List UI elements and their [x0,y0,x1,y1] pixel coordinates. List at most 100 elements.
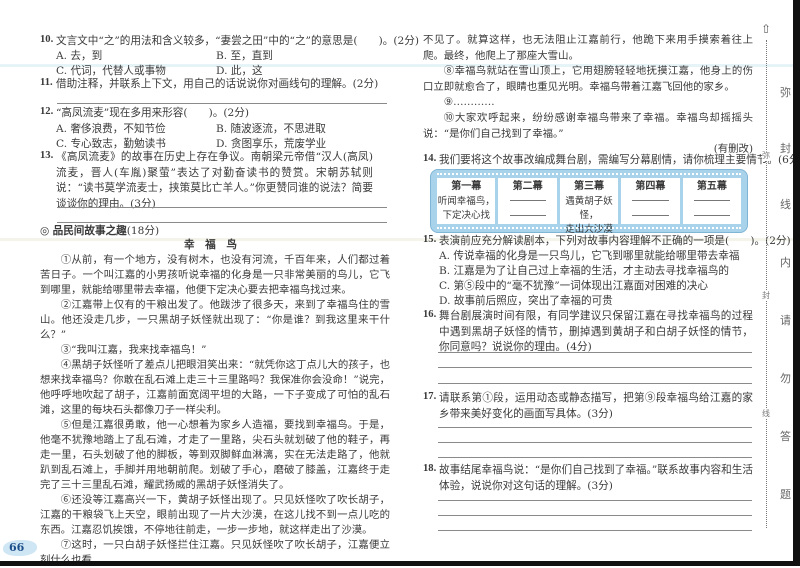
act-title: 第一幕 [451,181,482,192]
question-stem: 文言文中“之”的用法和含义较多，“妻尝之田”中的“之”的意思是( )。(2分) [56,35,419,47]
question-12: 12. “高凤流麦”现在多用来形容( )。(2分) A. 奢侈浪费，不知节俭 B… [40,106,373,150]
seal-notice-char: 内 [780,256,791,269]
story-paragraph: ⑨………… [443,96,495,109]
option-d: D. 此，这 [216,65,263,77]
option-d: D. 故事前后照应，突出了幸福的可贵 [439,295,613,307]
section-title: 品民间故事之趣 [52,225,127,237]
answer-line[interactable] [438,530,752,531]
option-a: A. 奢侈浪费，不知节俭 [56,123,166,135]
act-5: 第五幕 [682,178,742,224]
act-answer-blank[interactable] [509,215,546,224]
question-stem: 《高凤流麦》的故事在历史上存在争议。南朝梁元帝借“汉人(高凤)流麦，晋人(车胤)… [56,151,373,210]
scan-edge [793,0,800,566]
question-15: 15. 表演前应充分解读剧本，下列对故事内容理解不正确的一项是( )。(2分) … [423,234,791,307]
question-number: 15. [423,234,437,245]
story-paragraph: ⑧幸福鸟就站在雪山顶上，它用翅膀轻轻地抚摸江嘉，他身上的伤口立即就愈合了，眼睛也… [423,65,753,93]
rocket-icon: ⇧ [761,22,772,36]
option-c: C. 第⑤段中的“毫不犹豫”一词体现出江嘉面对困难的决心 [439,280,708,292]
question-stem: 我们要将这个故事改编成舞台剧，需编写分幕剧情，请你梳理主要情节。(6分) [439,154,800,166]
story-paragraph: ⑥还没等江嘉高兴一下，黄胡子妖怪出现了。只见妖怪吹了吹长胡子，江嘉的干粮袋飞上天… [40,494,390,536]
question-number: 14. [423,153,437,164]
answer-line[interactable] [438,500,752,501]
question-14: 14. 我们要将这个故事改编成舞台剧，需编写分幕剧情，请你梳理主要情节。(6分) [423,153,800,169]
act-3: 第三幕 遇黄胡子妖怪， 走出大沙漠 [559,178,619,235]
question-number: 18. [423,463,437,474]
plot-table: 第一幕 听闻幸福鸟， 下定决心找 第二幕 第三幕 遇黄胡子妖怪， 走出大沙漠 第四幕 第… [430,169,748,235]
answer-line[interactable] [438,457,752,458]
question-11: 11. 借助注释，并联系上下文，用自己的话说说你对画线句的理解。(2分) [40,77,378,93]
seal-notice-char: 勿 [780,372,791,385]
question-number: 13. [40,150,54,161]
act-title: 第二幕 [512,181,543,192]
option-b: B. 江嘉是为了让自己过上幸福的生活，才主动去寻找幸福鸟的 [439,265,729,277]
option-c: C. 专心致志，勤勉读书 [56,138,166,150]
seal-char: 线 [762,408,770,419]
story-title: 幸 福 鸟 [184,239,237,251]
answer-line[interactable] [438,427,752,428]
question-18: 18. 故事结尾幸福鸟说：“是你们自己找到了幸福。”联系故事内容和生活体验，说说… [423,463,753,494]
question-stem: 请联系第①段，运用动态或静态描写，把第⑨段幸福鸟给江嘉的家乡带来美好变化的画面写… [439,392,753,420]
answer-line[interactable] [438,515,752,516]
act-text: 遇黄胡子妖怪， [565,196,613,221]
story-paragraph: ①从前，有一个地方，没有树木，也没有河流，千百年来，人们都过着苦日子。一个叫江嘉… [40,254,390,296]
story-paragraph: ②江嘉带上仅有的干粮出发了。他跋涉了很多天，来到了幸福鸟住的雪山。他还没走几步，… [40,299,390,341]
seal-notice-char: 请 [780,314,791,327]
act-answer-blank[interactable] [693,215,730,224]
act-text: 听闻幸福鸟， [437,196,495,207]
act-4: 第四幕 [621,178,680,224]
scan-edge [0,561,800,566]
act-answer-blank[interactable] [509,200,546,209]
option-a: A. 传说幸福的化身是一只鸟儿，它飞到哪里就能给哪里带去幸福 [439,250,740,262]
seal-notice-char: 题 [780,488,791,501]
question-stem: 舞台剧展演时间有限，有同学建议只保留江嘉在寻找幸福鸟的过程中遇到黑胡子妖怪的情节… [439,310,753,354]
option-b: B. 至，直到 [216,50,273,62]
story-paragraph: ④黑胡子妖怪听了差点儿把眼泪笑出来：“就凭你这丁点儿大的孩子，也想来找幸福鸟？你… [40,359,390,416]
seal-notice-char: 封 [780,142,791,155]
seal-line [766,40,767,528]
option-a: A. 去，到 [56,50,103,62]
section-score: (18分) [126,225,160,237]
act-answer-blank[interactable] [693,200,730,209]
question-number: 10. [40,34,54,45]
story-paragraph: 不见了。就算这样，也无法阻止江嘉前行，他跪下来用手摸索着往上爬。最终，他爬上了那… [423,34,753,62]
act-title: 第四幕 [635,181,666,192]
option-d: D. 贪图享乐，荒废学业 [216,138,327,150]
story-paragraph: ⑩大家欢呼起来，纷纷感谢幸福鸟带来了幸福。幸福鸟却摇摇头说：“是你们自己找到了幸… [423,111,753,140]
answer-line[interactable] [438,442,752,443]
act-1: 第一幕 听闻幸福鸟， 下定决心找 [437,178,496,224]
answer-line[interactable] [57,103,387,104]
seal-notice-char: 线 [780,198,791,211]
option-c: C. 代词，代替人或事物 [56,65,166,77]
answer-line[interactable] [438,383,752,384]
story-text-right: 不见了。就算这样，也无法阻止江嘉前行，他跪下来用手摸索着往上爬。最终，他爬上了那… [423,33,753,158]
answer-line[interactable] [438,352,752,353]
question-stem: “高凤流麦”现在多用来形容( )。(2分) [56,107,250,119]
question-16: 16. 舞台剧展演时间有限，有同学建议只保留江嘉在寻找幸福鸟的过程中遇到黑胡子妖… [423,309,753,356]
answer-line[interactable] [57,222,387,223]
seal-notice-char: 弥 [780,86,791,99]
answer-line[interactable] [57,207,387,208]
story-paragraph: ⑤但是江嘉很勇敢，他一心想着为家乡人造福，要找到幸福鸟。于是，他毫不犹豫地踏上了… [40,419,390,491]
option-b: B. 随波逐流，不思进取 [216,123,326,135]
seal-notice-char: 答 [780,430,791,443]
question-number: 17. [423,391,437,402]
act-title: 第三幕 [574,181,605,192]
question-10: 10. 文言文中“之”的用法和含义较多，“妻尝之田”中的“之”的意思是( )。(… [40,34,419,77]
act-answer-blank[interactable] [632,215,669,224]
story-paragraph: ③“我叫江嘉，我来找幸福鸟！” [60,344,207,356]
question-number: 11. [40,77,53,88]
question-number: 12. [40,106,54,117]
act-2: 第二幕 [498,178,557,224]
page-number: 66 [3,540,37,556]
seal-char: 弥 [762,150,770,161]
answer-line[interactable] [438,367,752,368]
question-13: 13. 《高凤流麦》的故事在历史上存在争议。南朝梁元帝借“汉人(高凤)流麦，晋人… [40,150,373,212]
question-stem: 故事结尾幸福鸟说：“是你们自己找到了幸福。”联系故事内容和生活体验，说说你对这句… [439,464,753,492]
question-number: 16. [423,309,437,320]
act-answer-blank[interactable] [632,200,669,209]
section-bullet-icon: ◎ [40,225,53,237]
seal-char: 封 [762,290,770,301]
act-title: 第五幕 [696,181,727,192]
story-text-left: ①从前，有一个地方，没有树木，也没有河流，千百年来，人们都过着苦日子。一个叫江嘉… [40,253,390,568]
section-header: ◎ 品民间故事之趣(18分) [40,224,159,240]
